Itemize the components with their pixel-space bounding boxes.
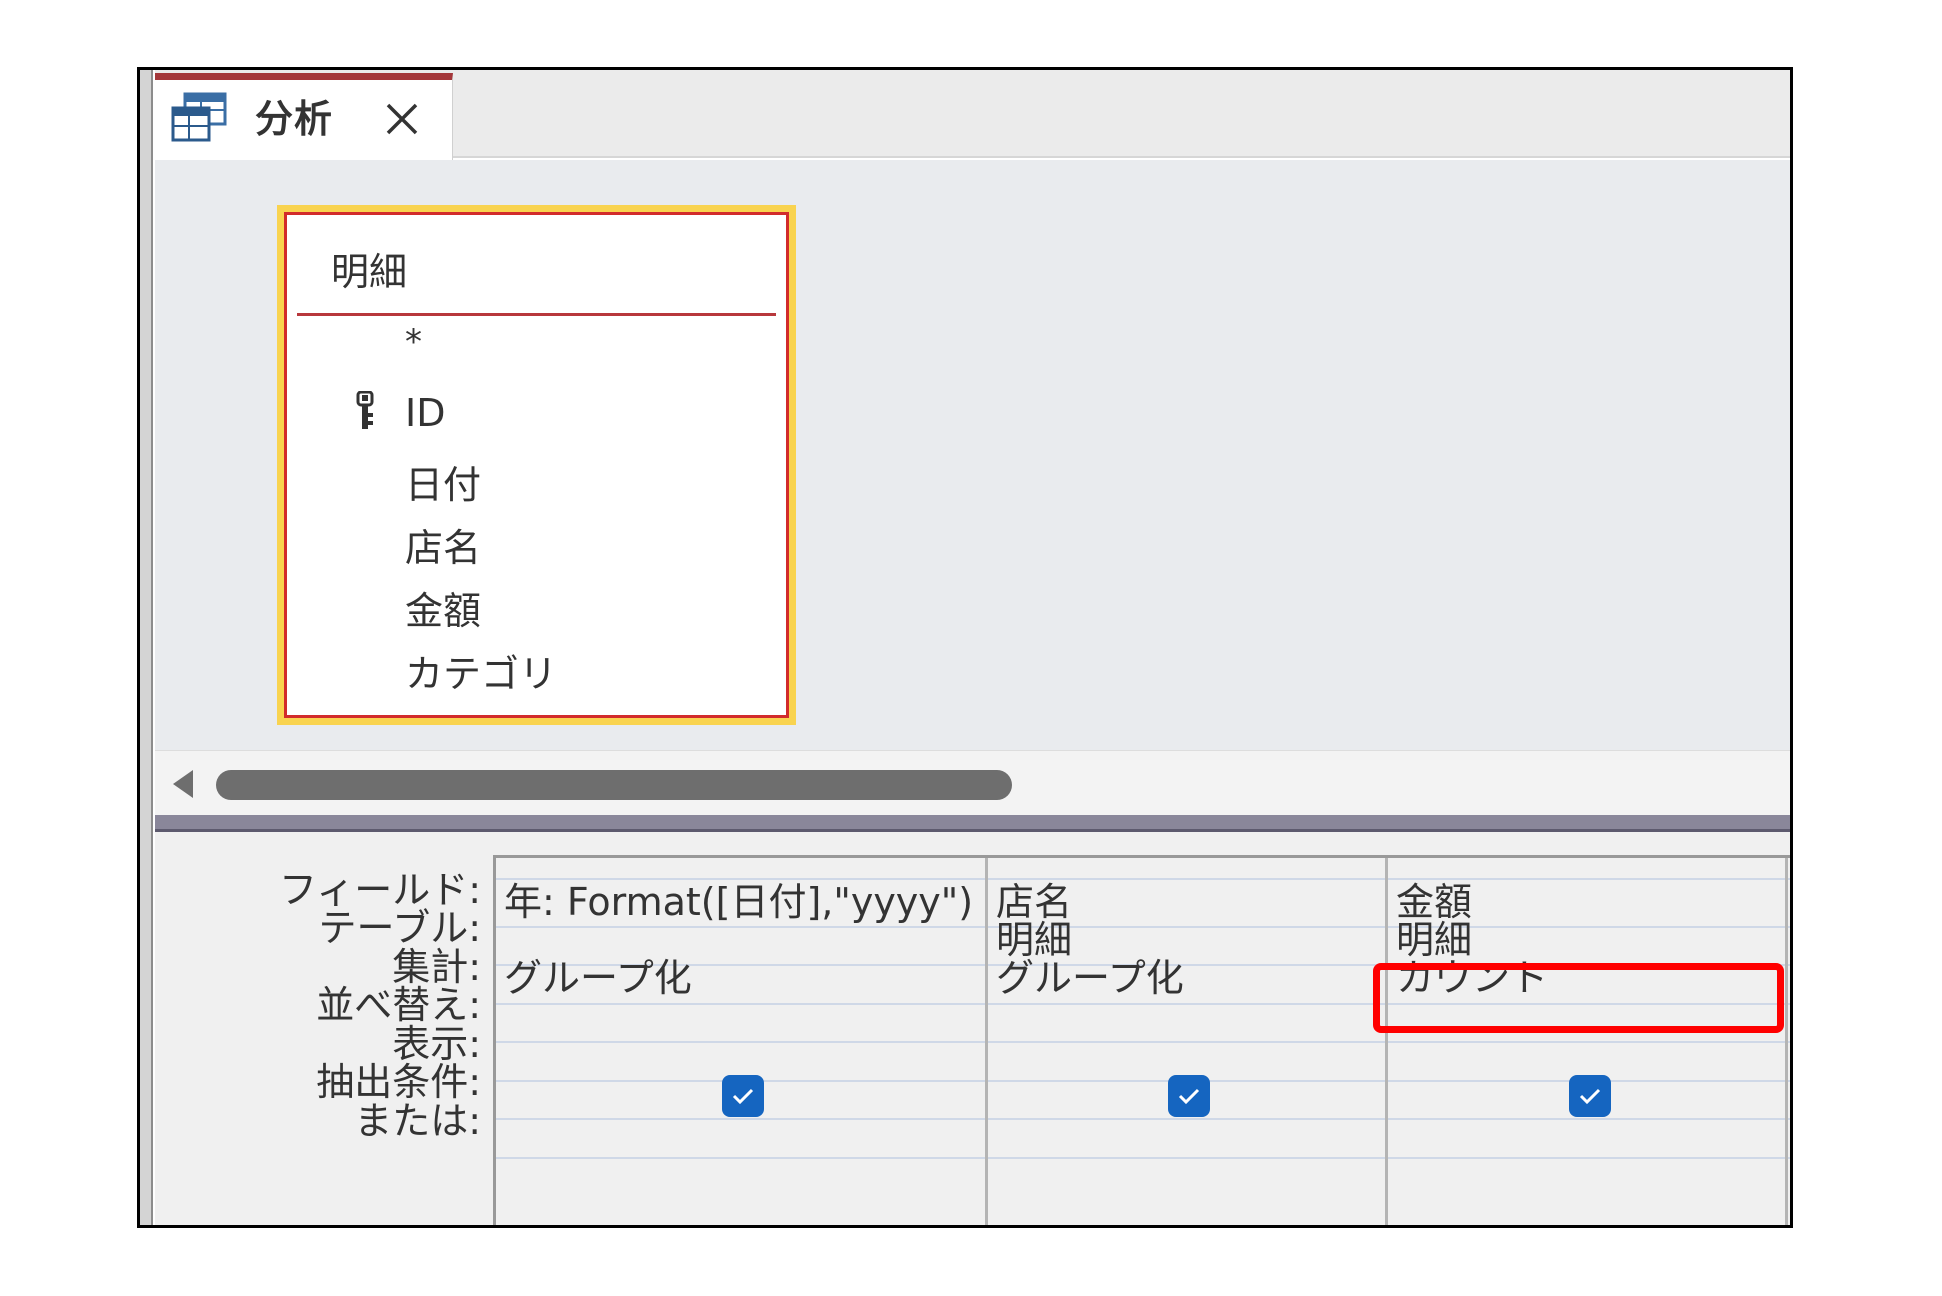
total-cell[interactable]: グループ化 <box>996 954 1184 1002</box>
query-design-grid: 年: Format([日付],"yyyy") グループ化 店名 明細 グループ化… <box>493 855 1790 1225</box>
table-design-canvas[interactable]: 明細 * ID 日付 店名 金額 カテゴリ <box>155 160 1790 750</box>
field-item-store[interactable]: 店名 <box>287 511 786 574</box>
field-list: * ID 日付 店名 金額 カテゴリ <box>287 322 786 700</box>
field-label: 金額 <box>405 589 482 633</box>
annotation-highlight-box <box>1373 963 1784 1033</box>
field-label: カテゴリ <box>405 652 558 696</box>
field-cell[interactable]: 年: Format([日付],"yyyy") <box>504 878 973 926</box>
row-label-or: または: <box>354 1099 481 1143</box>
document-tab-strip: 分析 <box>155 70 1790 160</box>
scrollbar-thumb[interactable] <box>216 770 1012 800</box>
table-field-list-border: 明細 * ID 日付 店名 金額 カテゴリ <box>284 212 789 718</box>
show-checkbox[interactable] <box>722 1075 764 1117</box>
close-icon[interactable] <box>383 100 421 138</box>
show-checkbox[interactable] <box>1168 1075 1210 1117</box>
field-item-category[interactable]: カテゴリ <box>287 637 786 700</box>
table-title-divider <box>297 313 776 316</box>
grid-row-labels: フィールド: テーブル: 集計: 並べ替え: 表示: 抽出条件: または: <box>155 832 487 1225</box>
field-item-date[interactable]: 日付 <box>287 448 786 511</box>
field-item-id[interactable]: ID <box>287 385 786 448</box>
field-label: 日付 <box>405 463 482 507</box>
grid-column-year: 年: Format([日付],"yyyy") グループ化 <box>496 858 988 1225</box>
tab-title: 分析 <box>255 97 334 141</box>
field-label: ID <box>405 391 446 435</box>
field-label: 店名 <box>405 526 482 570</box>
field-label: * <box>405 322 422 362</box>
field-item-all[interactable]: * <box>287 322 786 385</box>
show-checkbox[interactable] <box>1569 1075 1611 1117</box>
check-icon <box>732 1088 754 1105</box>
pane-splitter[interactable] <box>155 815 1790 832</box>
query-design-window: 分析 明細 * ID 日付 店名 金額 カテゴリ フィールド: テーブル: 集計… <box>137 67 1793 1228</box>
navigation-pane-edge[interactable] <box>140 70 153 1225</box>
primary-key-icon <box>356 391 374 429</box>
table-title: 明細 <box>331 250 408 294</box>
total-cell[interactable]: グループ化 <box>504 954 692 1002</box>
grid-column-amount: 金額 明細 カウント <box>1388 858 1788 1225</box>
check-icon <box>1178 1088 1200 1105</box>
table-field-list-meisai[interactable]: 明細 * ID 日付 店名 金額 カテゴリ <box>277 205 796 725</box>
scroll-left-arrow-icon[interactable] <box>171 768 195 800</box>
query-design-icon <box>171 92 227 142</box>
tab-analysis[interactable]: 分析 <box>155 73 453 160</box>
field-item-amount[interactable]: 金額 <box>287 574 786 637</box>
check-icon <box>1579 1088 1601 1105</box>
horizontal-scrollbar[interactable] <box>155 750 1790 818</box>
grid-column-store: 店名 明細 グループ化 <box>988 858 1388 1225</box>
